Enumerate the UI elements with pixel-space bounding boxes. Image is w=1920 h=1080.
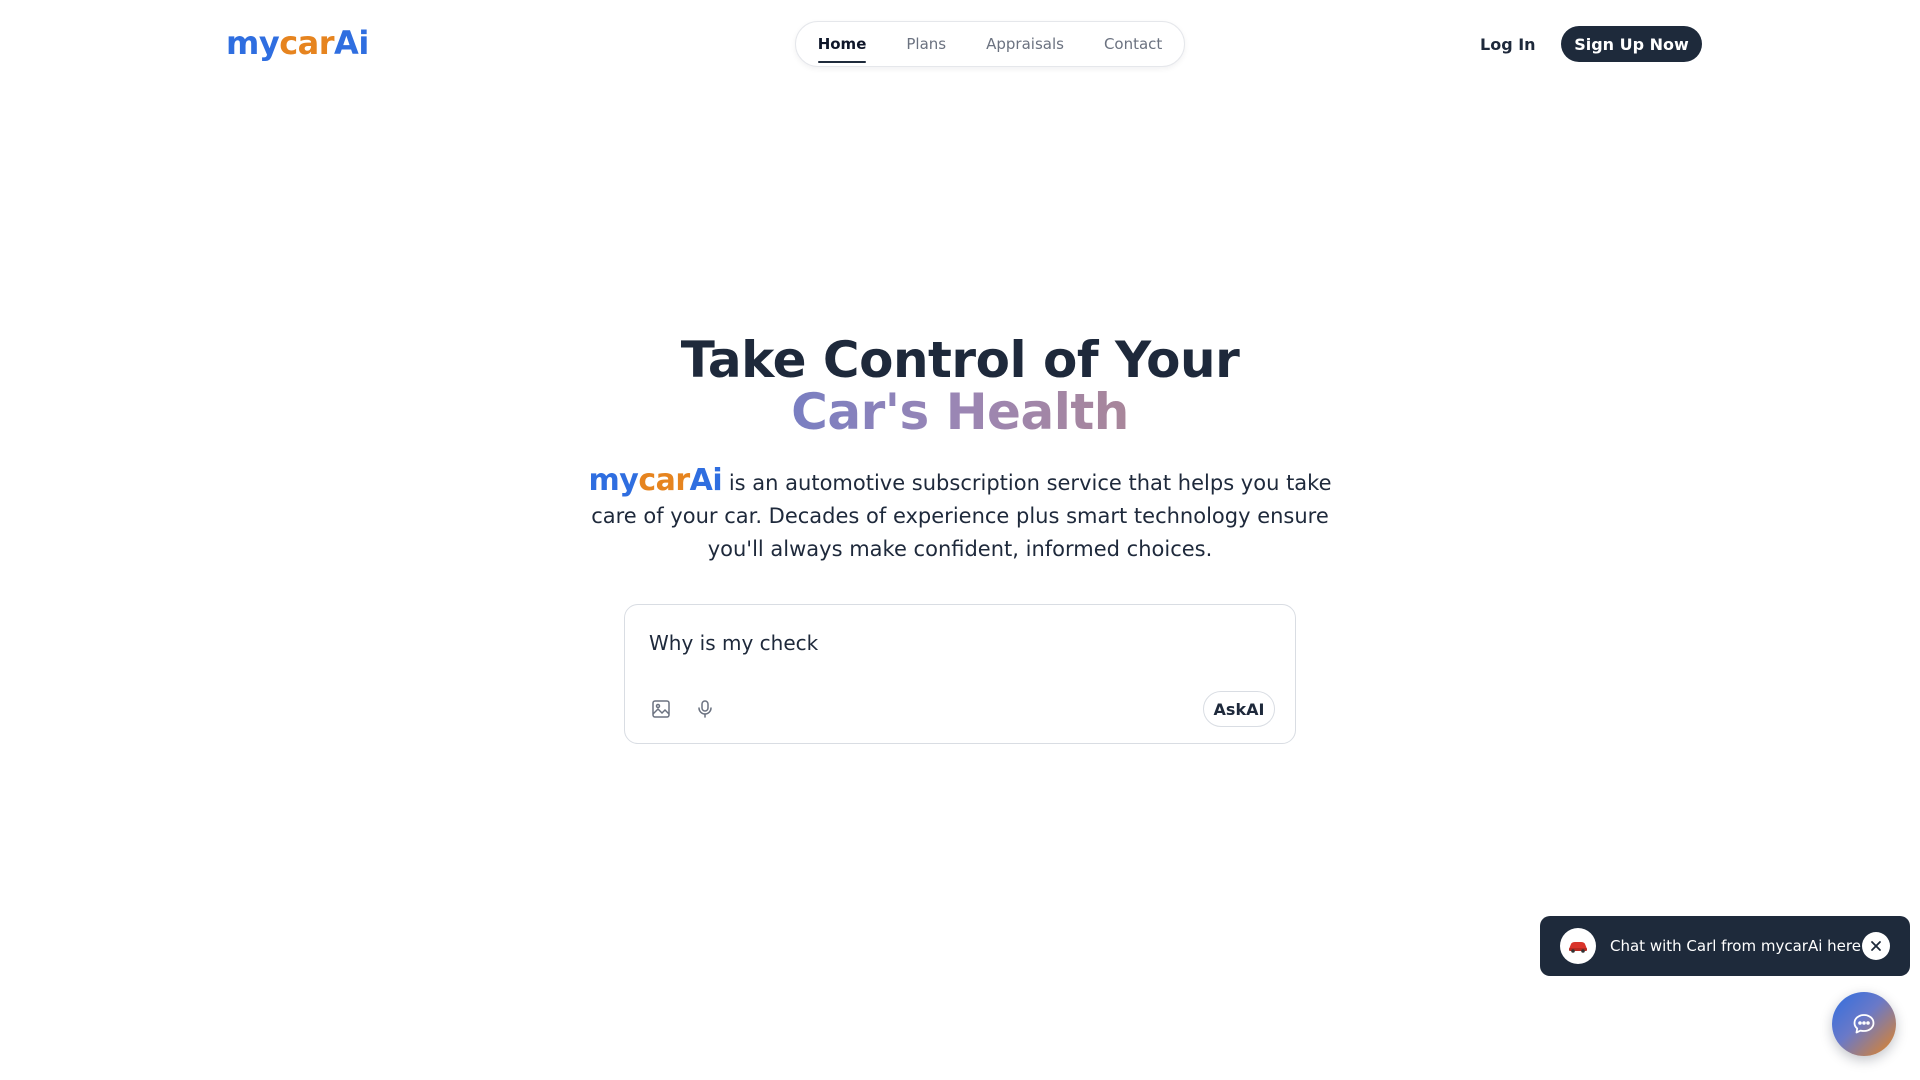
- hero-title: Take Control of Your Car's Health: [0, 334, 1920, 438]
- microphone-icon[interactable]: [693, 697, 717, 721]
- tab-plans[interactable]: Plans: [890, 21, 962, 67]
- hero-title-line1: Take Control of Your: [680, 331, 1240, 389]
- inline-logo-my: my: [588, 463, 639, 498]
- tab-appraisals[interactable]: Appraisals: [970, 21, 1080, 67]
- signup-button[interactable]: Sign Up Now: [1561, 26, 1702, 62]
- askai-button[interactable]: AskAI: [1203, 691, 1275, 727]
- ask-input[interactable]: [649, 625, 1249, 661]
- logo-part-car: car: [279, 24, 335, 62]
- tab-home[interactable]: Home: [802, 21, 883, 67]
- image-icon[interactable]: [649, 697, 673, 721]
- login-link[interactable]: Log In: [1480, 30, 1536, 58]
- car-logo-icon: [1560, 928, 1596, 964]
- inline-brand-logo: mycarAi: [589, 463, 723, 498]
- main-nav: Home Plans Appraisals Contact: [795, 21, 1185, 67]
- close-icon[interactable]: [1862, 932, 1890, 960]
- chat-bubble-icon[interactable]: [1832, 992, 1896, 1056]
- logo-part-my: my: [226, 24, 280, 62]
- chat-message: Chat with Carl from mycarAi here: [1610, 937, 1861, 955]
- tab-contact[interactable]: Contact: [1088, 21, 1178, 67]
- inline-logo-ai: Ai: [689, 463, 723, 498]
- ask-ai-box: AskAI: [624, 604, 1296, 744]
- hero-subtitle: mycarAi is an automotive subscription se…: [580, 464, 1340, 566]
- inline-logo-car: car: [638, 463, 690, 498]
- chat-toast[interactable]: Chat with Carl from mycarAi here: [1540, 916, 1910, 976]
- logo-part-ai: Ai: [334, 24, 369, 62]
- brand-logo[interactable]: mycarAi: [226, 24, 369, 62]
- hero-title-line2: Car's Health: [0, 386, 1920, 438]
